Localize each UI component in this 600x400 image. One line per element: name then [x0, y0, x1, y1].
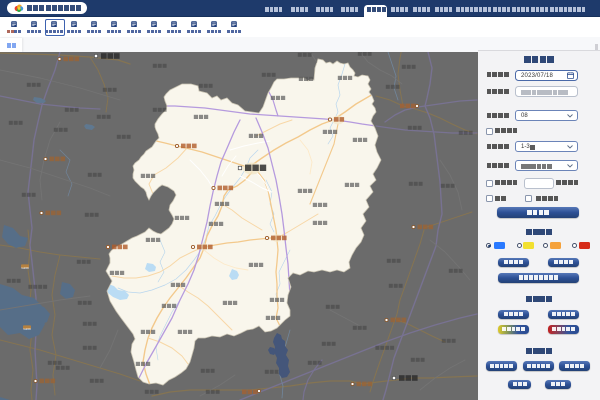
svg-text:G209: G209 [21, 266, 29, 270]
svg-text:G209: G209 [23, 327, 31, 331]
